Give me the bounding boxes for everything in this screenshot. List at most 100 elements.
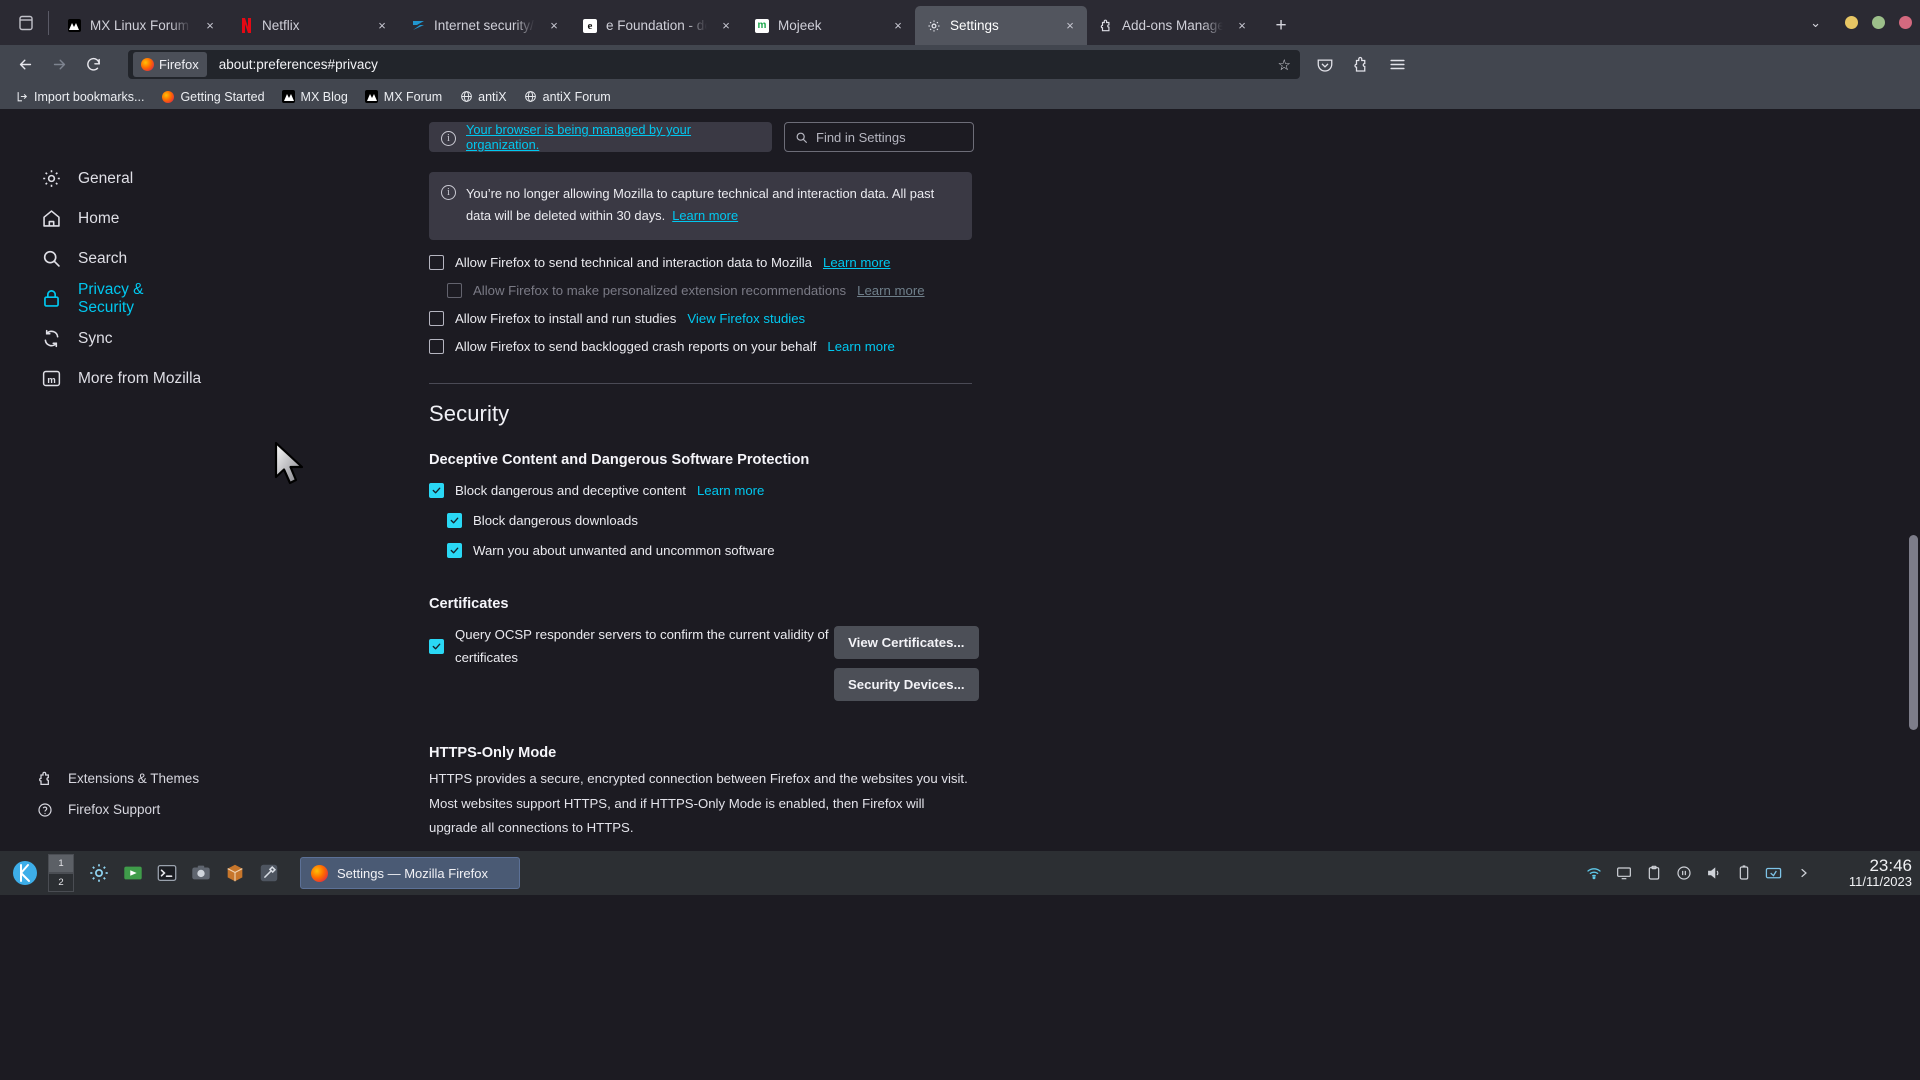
- window-maximize-button[interactable]: [1872, 16, 1885, 29]
- tools-launcher[interactable]: [254, 858, 284, 888]
- tab-netflix[interactable]: Netflix ×: [227, 6, 399, 45]
- checkbox-row-crash-reports[interactable]: Allow Firefox to send backlogged crash r…: [429, 339, 974, 355]
- crash-reports-learn-more-link[interactable]: Learn more: [827, 339, 894, 354]
- sidebar-item-more-from-mozilla[interactable]: m More from Mozilla: [8, 359, 202, 398]
- close-icon[interactable]: ×: [201, 17, 219, 35]
- checkbox-block-dangerous-content[interactable]: [429, 483, 444, 499]
- sidebar-item-privacy-security[interactable]: Privacy & Security: [8, 279, 202, 318]
- settings-sidebar: General Home Search Privacy & Security S…: [0, 109, 210, 851]
- checkbox-row-block-dangerous-downloads[interactable]: Block dangerous downloads: [447, 513, 974, 529]
- deceptive-learn-more-link[interactable]: Learn more: [697, 483, 764, 498]
- checkbox-crash-reports[interactable]: [429, 339, 444, 355]
- updates-icon[interactable]: [1765, 865, 1782, 882]
- search-icon: [40, 248, 62, 270]
- checkbox-block-dangerous-downloads[interactable]: [447, 513, 462, 529]
- pocket-icon[interactable]: [1310, 50, 1340, 80]
- back-button[interactable]: [10, 50, 40, 80]
- bookmark-antix-forum[interactable]: antiX Forum: [517, 88, 618, 106]
- kde-menu-icon[interactable]: [10, 858, 40, 888]
- sidebar-item-extensions-themes[interactable]: Extensions & Themes: [0, 763, 210, 794]
- caret-icon[interactable]: [1795, 865, 1812, 882]
- tab-addons-manager[interactable]: Add-ons Manager ×: [1087, 6, 1259, 45]
- pager-desktop-1[interactable]: 1: [48, 854, 74, 873]
- close-icon[interactable]: ×: [717, 17, 735, 35]
- close-icon[interactable]: ×: [1233, 17, 1251, 35]
- section-divider: [429, 383, 972, 385]
- battery-icon[interactable]: [1735, 865, 1752, 882]
- checkbox-row-studies[interactable]: Allow Firefox to install and run studies…: [429, 311, 974, 327]
- window-minimize-button[interactable]: [1845, 16, 1858, 29]
- bookmark-star-icon[interactable]: ☆: [1278, 56, 1293, 74]
- list-all-tabs-icon[interactable]: ⌄: [1800, 15, 1831, 31]
- bookmark-mx-forum[interactable]: MX Forum: [358, 88, 449, 106]
- view-certificates-button[interactable]: View Certificates...: [834, 626, 979, 660]
- window-close-button[interactable]: [1899, 16, 1912, 29]
- sidebar-item-firefox-support[interactable]: Firefox Support: [0, 794, 210, 825]
- view-firefox-studies-link[interactable]: View Firefox studies: [687, 311, 805, 326]
- bookmark-label: MX Blog: [300, 89, 348, 104]
- pager-desktop-2[interactable]: 2: [48, 873, 74, 892]
- sidebar-item-sync[interactable]: Sync: [8, 319, 202, 358]
- volume-icon[interactable]: [1705, 865, 1722, 882]
- checkbox-row-warn-unwanted-software[interactable]: Warn you about unwanted and uncommon sof…: [447, 543, 974, 559]
- extensions-icon[interactable]: [1346, 50, 1376, 80]
- settings-launcher[interactable]: [84, 858, 114, 888]
- managed-notice-link[interactable]: Your browser is being managed by your or…: [466, 122, 760, 152]
- sidebar-item-home[interactable]: Home: [8, 199, 202, 238]
- terminal-launcher[interactable]: [152, 858, 182, 888]
- forward-button[interactable]: [44, 50, 74, 80]
- bookmark-import-bookmarks[interactable]: Import bookmarks...: [8, 88, 151, 106]
- checkbox-warn-unwanted-software[interactable]: [447, 543, 462, 559]
- sidebar-item-general[interactable]: General: [8, 159, 202, 198]
- checkbox-extension-recommendations: [447, 283, 462, 299]
- bookmark-antix[interactable]: antiX: [452, 88, 514, 106]
- display-icon[interactable]: [1615, 865, 1632, 882]
- extension-recommendations-learn-more-link[interactable]: Learn more: [857, 283, 924, 298]
- taskbar-window-settings-firefox[interactable]: Settings — Mozilla Firefox: [300, 857, 520, 889]
- search-input[interactable]: Find in Settings: [784, 122, 974, 152]
- data-notice-learn-more-link[interactable]: Learn more: [672, 208, 738, 223]
- package-installer-launcher[interactable]: [220, 858, 250, 888]
- clipboard-icon[interactable]: [1645, 865, 1662, 882]
- tab-label: e Foundation - deGoogled: [606, 18, 709, 33]
- sidebar-item-label: Sync: [78, 329, 113, 347]
- checkbox-query-ocsp[interactable]: [429, 639, 444, 655]
- network-icon[interactable]: [1585, 865, 1602, 882]
- file-manager-launcher[interactable]: [118, 858, 148, 888]
- sidebar-item-search[interactable]: Search: [8, 239, 202, 278]
- scrollbar-thumb[interactable]: [1909, 535, 1918, 730]
- virtual-desktop-pager[interactable]: 1 2: [48, 854, 74, 892]
- close-icon[interactable]: ×: [1061, 17, 1079, 35]
- tab-mx-linux-forum[interactable]: MX Linux Forum - Index pa ×: [55, 6, 227, 45]
- tab-e-foundation[interactable]: e e Foundation - deGoogled ×: [571, 6, 743, 45]
- identity-box[interactable]: Firefox: [133, 52, 207, 77]
- bookmark-getting-started[interactable]: Getting Started: [154, 88, 271, 106]
- security-devices-button[interactable]: Security Devices...: [834, 668, 979, 702]
- checkbox-technical-data[interactable]: [429, 255, 444, 271]
- application-menu-button[interactable]: [1382, 50, 1412, 80]
- checkbox-studies[interactable]: [429, 311, 444, 327]
- url-bar[interactable]: Firefox about:preferences#privacy ☆: [128, 50, 1300, 79]
- technical-data-learn-more-link[interactable]: Learn more: [823, 255, 890, 270]
- sidebar-item-label: Privacy & Security: [78, 280, 144, 316]
- bookmark-mx-blog[interactable]: MX Blog: [275, 88, 355, 106]
- tab-mojeek[interactable]: m Mojeek ×: [743, 6, 915, 45]
- vertical-scrollbar[interactable]: [1909, 109, 1918, 851]
- media-pause-icon[interactable]: [1675, 865, 1692, 882]
- checkbox-row-technical-data[interactable]: Allow Firefox to send technical and inte…: [429, 255, 974, 271]
- screenshot-launcher[interactable]: [186, 858, 216, 888]
- tab-internet-security-checks[interactable]: Internet security/checks - ×: [399, 6, 571, 45]
- close-icon[interactable]: ×: [373, 17, 391, 35]
- taskbar-clock[interactable]: 23:46 11/11/2023: [1849, 851, 1912, 895]
- search-placeholder: Find in Settings: [816, 129, 906, 145]
- checkbox-row-block-dangerous-content[interactable]: Block dangerous and deceptive content Le…: [429, 483, 974, 499]
- close-icon[interactable]: ×: [889, 17, 907, 35]
- tab-label: Mojeek: [778, 18, 822, 33]
- checkbox-row-query-ocsp[interactable]: Query OCSP responder servers to confirm …: [429, 624, 829, 669]
- reload-button[interactable]: [78, 50, 108, 80]
- close-icon[interactable]: ×: [545, 17, 563, 35]
- url-text[interactable]: about:preferences#privacy: [207, 57, 1278, 72]
- list-all-tabs-sidebar-icon[interactable]: [6, 3, 46, 43]
- tab-settings[interactable]: Settings ×: [915, 6, 1087, 45]
- new-tab-button[interactable]: +: [1265, 10, 1297, 42]
